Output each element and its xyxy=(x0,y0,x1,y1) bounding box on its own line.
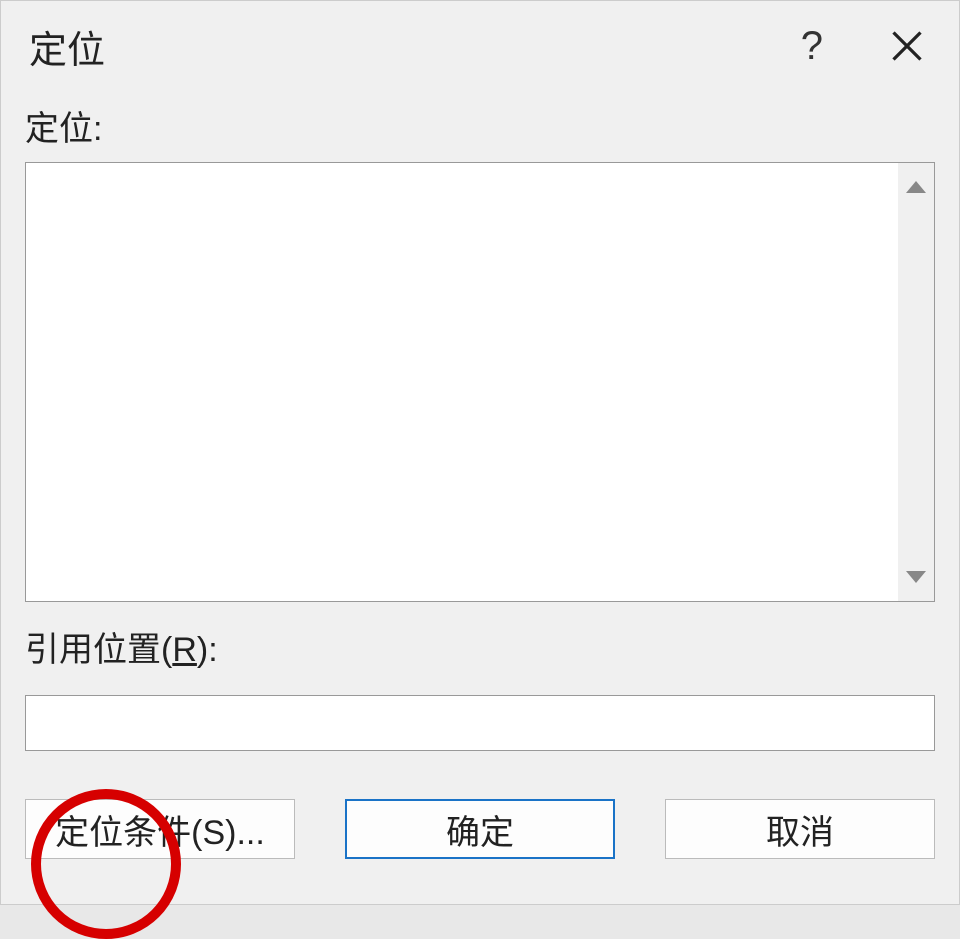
reference-label-suffix: ): xyxy=(197,631,218,669)
reference-section: 引用位置(R): xyxy=(25,622,935,751)
ok-button[interactable]: 确定 xyxy=(345,799,615,859)
scroll-up-icon xyxy=(906,181,926,193)
special-button[interactable]: 定位条件(S)... xyxy=(25,799,295,859)
listbox-scrollbar[interactable] xyxy=(898,163,934,601)
goto-dialog: 定位 ? 定位: 引用位置(R): 定位条件(S) xyxy=(0,0,960,905)
dialog-button-row: 定位条件(S)... 确定 取消 xyxy=(25,799,935,859)
dialog-title: 定位 xyxy=(29,19,105,74)
reference-label-key: R xyxy=(172,631,197,669)
reference-input[interactable] xyxy=(25,695,935,751)
goto-listbox[interactable] xyxy=(25,162,935,602)
help-button[interactable]: ? xyxy=(801,26,823,66)
scroll-down-icon xyxy=(906,571,926,583)
reference-label: 引用位置(R): xyxy=(25,622,935,671)
dialog-body: 定位: 引用位置(R): 定位条件(S)... 确定 取消 xyxy=(1,91,959,859)
dialog-titlebar: 定位 ? xyxy=(1,1,959,91)
reference-label-prefix: 引用位置( xyxy=(25,631,172,669)
close-button[interactable] xyxy=(883,22,931,70)
close-icon xyxy=(889,28,925,64)
cancel-button[interactable]: 取消 xyxy=(665,799,935,859)
goto-label: 定位: xyxy=(25,101,935,150)
titlebar-buttons: ? xyxy=(801,22,931,70)
